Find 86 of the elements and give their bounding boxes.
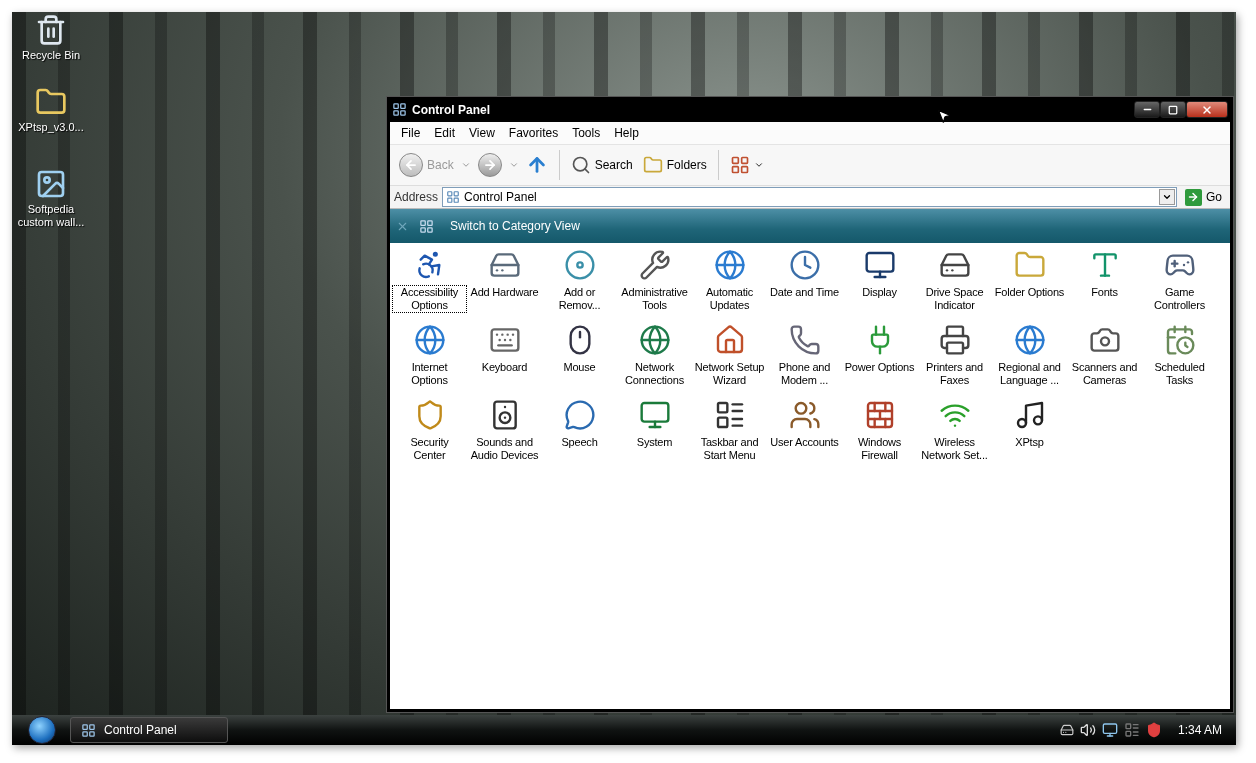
dropdown-button[interactable]	[1159, 189, 1175, 205]
applet-label[interactable]: XPtsp	[1013, 435, 1046, 450]
folder-icon	[642, 155, 663, 175]
menu-item[interactable]: Help	[607, 126, 646, 140]
desktop-icon-label[interactable]: XPtsp_v3.0...	[18, 121, 84, 134]
start-button[interactable]	[28, 716, 56, 744]
applet-label[interactable]: Power Options	[842, 360, 917, 375]
disc-icon	[563, 249, 596, 281]
address-label: Address	[394, 190, 439, 204]
desktop-icon-label[interactable]: Softpedia custom wall...	[16, 203, 86, 229]
monitor-icon	[863, 249, 896, 281]
applet-label[interactable]: Wireless Network Set...	[917, 435, 992, 463]
search-icon	[570, 155, 591, 175]
applet-label[interactable]: Automatic Updates	[692, 285, 767, 313]
phone-icon	[788, 324, 821, 356]
grid-icon	[729, 155, 750, 175]
globe-icon	[413, 324, 446, 356]
control-panel-icon	[81, 722, 96, 738]
applet-label[interactable]: User Accounts	[768, 435, 841, 450]
applet-label[interactable]: Folder Options	[992, 285, 1067, 300]
clock-icon	[788, 249, 821, 281]
applet-label[interactable]: Scheduled Tasks	[1142, 360, 1217, 388]
close-button[interactable]	[1186, 101, 1228, 118]
control-panel-icon	[446, 190, 461, 204]
caret-icon	[1162, 192, 1172, 202]
applet-label[interactable]: Printers and Faxes	[917, 360, 992, 388]
desktop-icon-label[interactable]: Recycle Bin	[21, 49, 81, 62]
applet-label[interactable]: Add or Remov...	[542, 285, 617, 313]
applet-label[interactable]: Windows Firewall	[842, 435, 917, 463]
applet-label[interactable]: Drive Space Indicator	[917, 285, 992, 313]
users-icon	[788, 399, 821, 431]
applet-label[interactable]: Taskbar and Start Menu	[692, 435, 767, 463]
speech-bubble-icon	[563, 399, 596, 431]
volume-icon[interactable]	[1079, 722, 1096, 738]
applet-label[interactable]: Internet Options	[392, 360, 467, 388]
menu-item[interactable]: File	[394, 126, 428, 140]
applet-label[interactable]: Network Connections	[617, 360, 692, 388]
applet-label[interactable]: Accessibility Options	[392, 285, 467, 313]
maximize-icon	[1168, 104, 1178, 115]
applet-label[interactable]: System	[634, 435, 675, 450]
folders-button[interactable]: Folders	[639, 153, 710, 177]
close-icon	[1201, 103, 1213, 116]
applet-label[interactable]: Sounds and Audio Devices	[467, 435, 542, 463]
picture-icon[interactable]	[35, 168, 67, 200]
taskbar-button[interactable]: Control Panel	[70, 717, 228, 743]
control-panel-icon	[419, 218, 434, 234]
applet-label[interactable]: Add Hardware	[468, 285, 541, 300]
caret-icon	[753, 160, 764, 170]
drive-icon[interactable]	[1059, 723, 1074, 737]
window-icon	[392, 102, 407, 117]
clock: 1:34 AM	[1177, 723, 1222, 737]
maximize-button[interactable]	[1160, 101, 1186, 118]
applet-label[interactable]: Phone and Modem ...	[767, 360, 842, 388]
menu-item[interactable]: Edit	[427, 126, 463, 140]
applet-label[interactable]: Network Setup Wizard	[692, 360, 767, 388]
applet-label[interactable]: Mouse	[561, 360, 598, 375]
globe-icon	[713, 249, 746, 281]
applet-label[interactable]: Regional and Language ...	[992, 360, 1067, 388]
minimize-button[interactable]	[1134, 101, 1160, 118]
shield-icon[interactable]	[1145, 722, 1162, 738]
menu-item[interactable]: Tools	[565, 126, 608, 140]
applet-label[interactable]: Administrative Tools	[617, 285, 692, 313]
applet-label[interactable]: Fonts	[1089, 285, 1120, 300]
applet-label[interactable]: Date and Time	[768, 285, 841, 300]
globe-icon	[1013, 324, 1046, 356]
forward-arrow-icon	[482, 158, 497, 172]
category-view-link[interactable]: Switch to Category View	[450, 219, 580, 233]
applet-label[interactable]: Keyboard	[479, 360, 530, 375]
trash-icon[interactable]	[35, 14, 67, 46]
wrench-icon	[638, 249, 671, 281]
globe-icon	[638, 324, 671, 356]
applet-label[interactable]: Scanners and Cameras	[1067, 360, 1142, 388]
applet-label[interactable]: Security Center	[392, 435, 467, 463]
applet-label[interactable]: Game Controllers	[1142, 285, 1217, 313]
go-button[interactable]: Go	[1181, 188, 1226, 206]
applet-label[interactable]: Display	[860, 285, 899, 300]
applet-label[interactable]: Speech	[559, 435, 600, 450]
monitor-icon[interactable]	[1101, 722, 1118, 738]
menu-item[interactable]: Favorites	[501, 126, 566, 140]
printer-icon	[938, 324, 971, 356]
monitor-icon	[638, 399, 671, 431]
address-field[interactable]: Control Panel	[442, 187, 1177, 207]
menu-item[interactable]: View	[462, 126, 502, 140]
list-icon[interactable]	[1123, 722, 1140, 738]
search-button[interactable]: Search	[567, 153, 636, 177]
window-title: Control Panel	[412, 102, 490, 117]
